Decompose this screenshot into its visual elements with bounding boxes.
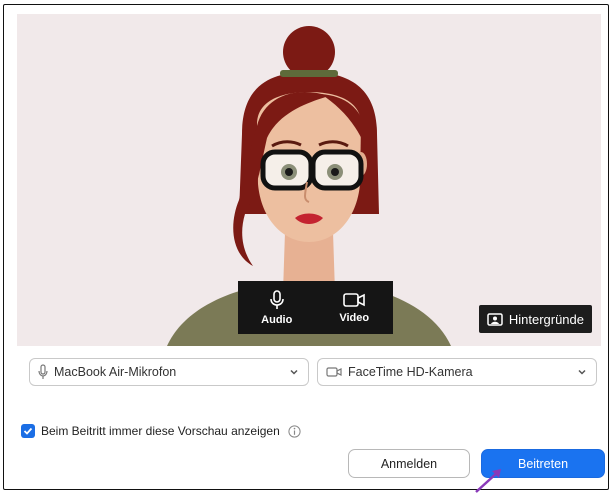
microphone-icon bbox=[269, 289, 284, 309]
background-image-icon bbox=[487, 312, 503, 326]
info-icon[interactable] bbox=[288, 424, 301, 438]
always-show-preview-option: Beim Beitritt immer diese Vorschau anzei… bbox=[21, 424, 301, 438]
backgrounds-button[interactable]: Hintergründe bbox=[478, 305, 592, 333]
backgrounds-label: Hintergründe bbox=[508, 311, 584, 327]
camera-select[interactable]: FaceTime HD-Kamera bbox=[317, 358, 597, 386]
chevron-down-icon bbox=[578, 369, 586, 375]
microphone-value: MacBook Air-Mikrofon bbox=[54, 365, 177, 379]
chevron-down-icon bbox=[290, 369, 298, 375]
always-show-preview-checkbox[interactable] bbox=[21, 424, 35, 438]
audio-video-controls: Audio Video bbox=[238, 281, 393, 334]
pointer-arrow-icon bbox=[475, 469, 501, 493]
video-button[interactable]: Video bbox=[316, 281, 394, 334]
video-label: Video bbox=[339, 311, 370, 324]
always-show-preview-label: Beim Beitritt immer diese Vorschau anzei… bbox=[41, 424, 280, 438]
camera-value: FaceTime HD-Kamera bbox=[348, 365, 473, 379]
camera-icon bbox=[326, 367, 342, 377]
audio-button[interactable]: Audio bbox=[238, 281, 316, 334]
microphone-select[interactable]: MacBook Air-Mikrofon bbox=[29, 358, 309, 386]
microphone-icon bbox=[38, 364, 48, 379]
camera-icon bbox=[343, 292, 366, 307]
video-preview: Audio Video Hintergründe bbox=[17, 14, 601, 346]
checkmark-icon bbox=[23, 427, 33, 435]
audio-label: Audio bbox=[261, 313, 293, 326]
sign-in-button[interactable]: Anmelden bbox=[348, 449, 470, 478]
